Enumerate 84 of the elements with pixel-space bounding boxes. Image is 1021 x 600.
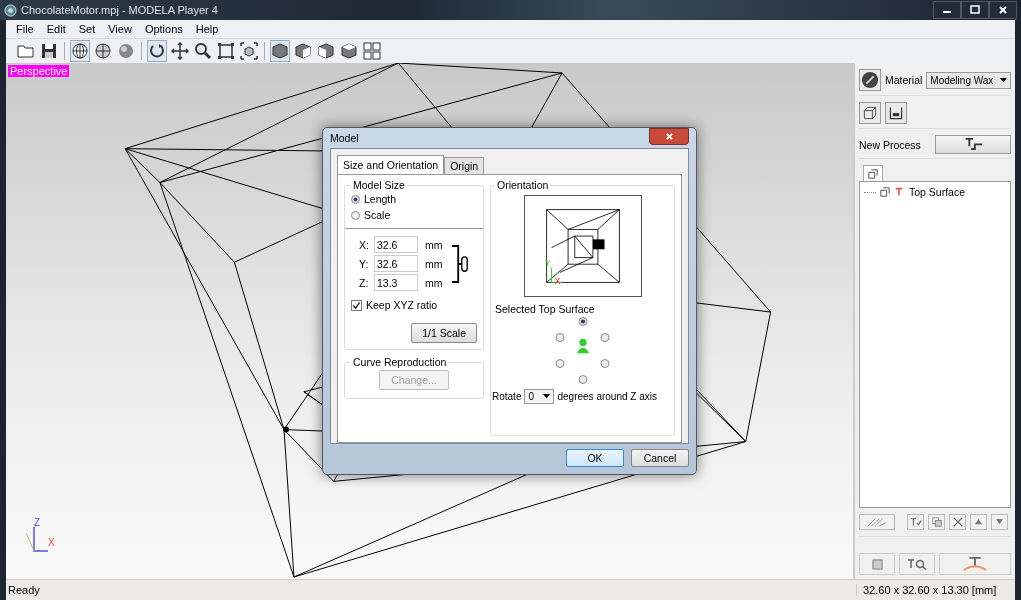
size-input-field[interactable]: 32.6: [374, 236, 418, 253]
y-axis-label: Y: [544, 258, 550, 268]
status-text: Ready: [7, 584, 41, 596]
unit-label: mm: [424, 257, 444, 270]
menu-item[interactable]: Options: [144, 23, 183, 35]
axis-label: X:: [359, 238, 370, 251]
maximize-icon: [970, 5, 980, 15]
z-axis-label: Z: [34, 517, 41, 528]
axis-label: Y:: [359, 257, 370, 270]
3d-viewport[interactable]: [6, 63, 853, 579]
check-icon: [352, 300, 361, 310]
move-up-icon[interactable]: [970, 514, 987, 530]
box-icon: [880, 187, 890, 197]
move-down-icon[interactable]: [991, 514, 1008, 530]
group-title: Curve Reproduction: [352, 356, 448, 368]
menu-item[interactable]: Help: [195, 23, 219, 35]
surface-radio[interactable]: [555, 333, 565, 342]
close-icon: [664, 132, 674, 141]
surface-radio[interactable]: [555, 359, 565, 368]
tree-item[interactable]: Top Surface: [908, 186, 967, 198]
maximize-button[interactable]: [961, 1, 989, 19]
menu-item[interactable]: File: [16, 23, 34, 35]
caret-icon: [1000, 77, 1007, 83]
wire-globe-icon[interactable]: [70, 40, 90, 62]
surface-label: Selected Top Surface: [495, 303, 595, 315]
rotate-label: Rotate: [492, 391, 522, 402]
scale-button[interactable]: 1/1 Scale: [411, 323, 477, 343]
radio-option[interactable]: Scale: [351, 209, 477, 221]
tree-tab[interactable]: [863, 165, 883, 181]
close-button[interactable]: [649, 128, 689, 145]
tool-check-icon[interactable]: [907, 514, 924, 530]
mill-tool-icon: [894, 187, 904, 197]
fit-frame-icon[interactable]: [216, 40, 236, 62]
delete-icon[interactable]: [949, 514, 966, 530]
material-dropdown[interactable]: Modeling Wax: [926, 71, 1011, 89]
close-button[interactable]: [989, 1, 1017, 19]
size-input-field[interactable]: 32.6: [374, 255, 418, 272]
menu-item[interactable]: View: [108, 23, 132, 35]
caret-icon: [543, 394, 551, 399]
menu-item[interactable]: Edit: [46, 23, 66, 35]
surface-radio[interactable]: [600, 359, 610, 368]
x-axis-label: X: [554, 277, 560, 287]
new-process-label: New Process: [859, 138, 921, 151]
rotate-suffix-label: degrees around Z axis: [557, 391, 657, 402]
minimize-button[interactable]: [933, 1, 961, 19]
surface-radio[interactable]: [578, 317, 587, 326]
stock-icon[interactable]: [885, 102, 907, 124]
window-title: ChocolateMotor.mpj - MODELA Player 4: [21, 4, 218, 16]
group-title: Orientation: [496, 179, 550, 191]
model-size-status: 32.60 x 32.60 x 13.30 [mm]: [856, 584, 1015, 596]
surface-radio[interactable]: [578, 375, 587, 384]
tool-preview-icon[interactable]: [899, 553, 935, 575]
axis-label: Z:: [359, 276, 370, 289]
dialog-tab[interactable]: Origin: [444, 157, 485, 174]
move-arrows-icon[interactable]: [170, 40, 190, 62]
surface-radio[interactable]: [600, 333, 610, 342]
dialog-title: Model: [330, 132, 359, 144]
rotate-dropdown[interactable]: 0: [524, 389, 555, 404]
outlined-sphere-icon[interactable]: [93, 40, 113, 62]
dialog-button[interactable]: OK: [566, 449, 624, 467]
copy-icon[interactable]: [928, 514, 945, 530]
new-process-button[interactable]: [934, 135, 1011, 154]
view-mode-label: Perspective: [8, 65, 70, 77]
dialog-tab[interactable]: Size and Orientation: [337, 155, 445, 174]
radio-option[interactable]: Length: [351, 193, 477, 205]
size-input-field[interactable]: 13.3: [374, 274, 418, 291]
close-icon: [998, 5, 1008, 15]
unit-label: mm: [424, 276, 444, 289]
keep-ratio-checkbox[interactable]: Keep XYZ ratio: [351, 299, 477, 311]
material-label: Material: [885, 74, 923, 86]
dialog-button[interactable]: Cancel: [631, 449, 689, 467]
unit-label: mm: [424, 238, 444, 251]
x-axis-label: X: [48, 537, 55, 548]
zoom-icon[interactable]: [193, 40, 213, 62]
box-icon: [868, 168, 878, 179]
group-title: Model Size: [352, 179, 406, 191]
four-views-icon[interactable]: [362, 40, 382, 62]
box-icon[interactable]: [859, 102, 881, 124]
framed-cube-icon[interactable]: [239, 40, 259, 62]
menu-item[interactable]: Set: [78, 23, 96, 35]
cube-icon[interactable]: [270, 40, 290, 62]
app-logo-icon: [4, 3, 17, 17]
rotate-icon[interactable]: [147, 40, 167, 62]
xy-axis-icon: [550, 267, 562, 283]
